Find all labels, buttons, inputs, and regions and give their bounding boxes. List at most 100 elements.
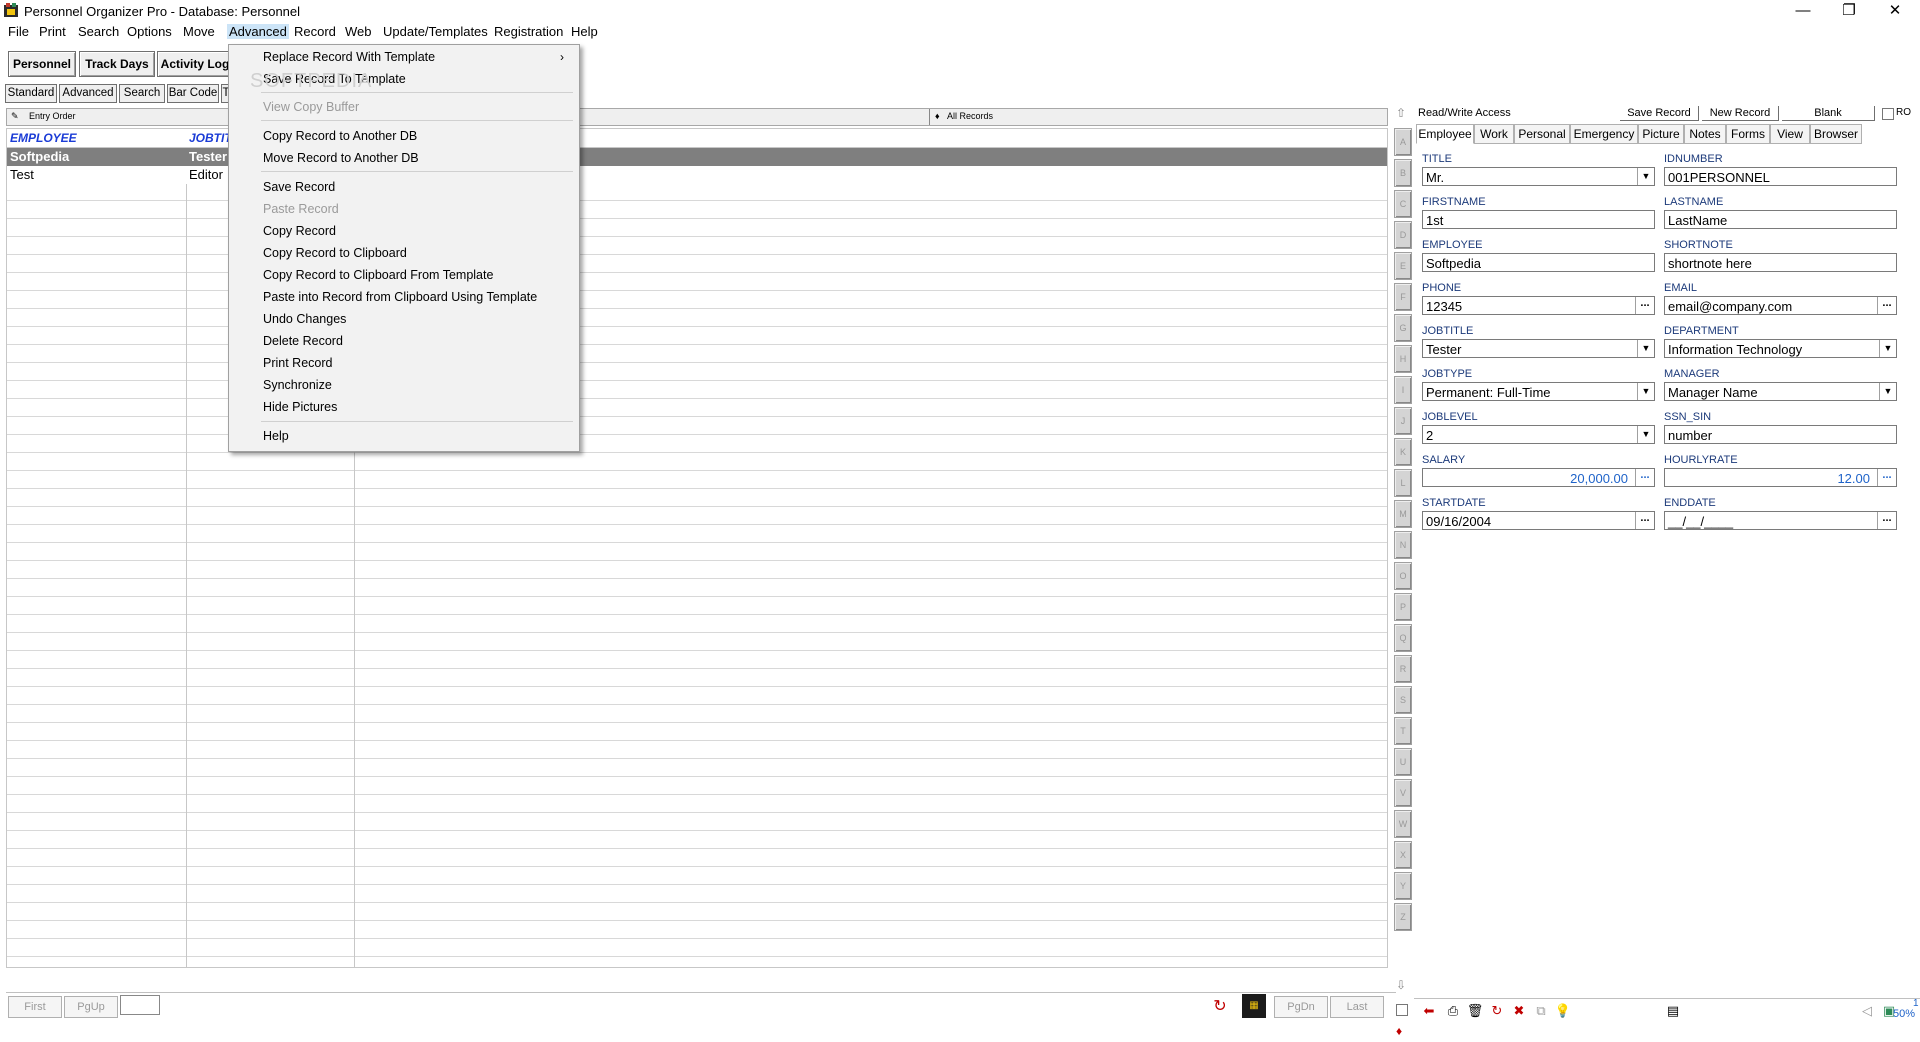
first-button[interactable]: First [8, 996, 62, 1018]
menu-item-undo-changes[interactable]: Undo Changes [263, 312, 346, 326]
menu-help[interactable]: Help [571, 24, 598, 39]
last-button[interactable]: Last [1330, 996, 1384, 1018]
menu-item-replace-record-with-template[interactable]: Replace Record With Template [263, 50, 435, 64]
alpha-key[interactable]: F [1394, 283, 1412, 311]
menu-item-delete-record[interactable]: Delete Record [263, 334, 343, 348]
alpha-key[interactable]: E [1394, 252, 1412, 280]
record-number-input[interactable] [120, 995, 160, 1015]
alpha-key[interactable]: M [1394, 500, 1412, 528]
menu-options[interactable]: Options [127, 24, 172, 39]
column-header-jobtitle[interactable]: JOBTIT [189, 131, 232, 145]
column-header-employee[interactable]: EMPLOYEE [10, 131, 77, 145]
delete-record-icon[interactable]: ✖ [1510, 1002, 1528, 1020]
email-field[interactable]: email@company.com... [1664, 296, 1897, 315]
scroll-down-icon[interactable]: ⇩ [1396, 978, 1406, 992]
tab-work[interactable]: Work [1474, 124, 1514, 144]
activity-log-button[interactable]: Activity Log [157, 51, 233, 77]
menu-file[interactable]: File [8, 24, 29, 39]
refresh-icon[interactable]: ↻ [1210, 996, 1230, 1016]
read-only-checkbox[interactable] [1882, 108, 1894, 120]
restore-button[interactable]: ❐ [1826, 0, 1872, 22]
pgdn-button[interactable]: PgDn [1274, 996, 1328, 1018]
tab-forms[interactable]: Forms [1726, 124, 1770, 144]
tab-browser[interactable]: Browser [1810, 124, 1862, 144]
lightbulb-icon[interactable]: 💡 [1554, 1002, 1572, 1020]
table-row[interactable]: Softpedia Tester [7, 148, 1387, 166]
alpha-key[interactable]: G [1394, 314, 1412, 342]
menu-record[interactable]: Record [294, 24, 336, 39]
alpha-key[interactable]: Y [1394, 872, 1412, 900]
more-icon[interactable]: ... [1877, 512, 1896, 529]
chevron-down-icon[interactable]: ▼ [1637, 426, 1654, 443]
alpha-key[interactable]: K [1394, 438, 1412, 466]
alpha-key[interactable]: U [1394, 748, 1412, 776]
filter-icon[interactable]: ♦ [935, 111, 940, 121]
menu-print[interactable]: Print [39, 24, 66, 39]
personnel-button[interactable]: Personnel [8, 51, 76, 77]
firstname-field[interactable]: 1st [1422, 210, 1655, 229]
more-icon[interactable]: ... [1635, 469, 1654, 486]
chevron-down-icon[interactable]: ▼ [1879, 340, 1896, 357]
enddate-field[interactable]: __/__/____... [1664, 511, 1897, 530]
menu-registration[interactable]: Registration [494, 24, 563, 39]
refresh-icon[interactable]: ↻ [1488, 1002, 1506, 1020]
chevron-down-icon[interactable]: ▼ [1637, 340, 1654, 357]
scroll-up-icon[interactable]: ⇧ [1396, 106, 1406, 120]
template-icon[interactable]: ▤ [1664, 1002, 1682, 1020]
title-select[interactable]: Mr. ▼ [1422, 167, 1655, 186]
alpha-key[interactable]: S [1394, 686, 1412, 714]
menu-item-copy-record-to-clipboard-from-template[interactable]: Copy Record to Clipboard From Template [263, 268, 493, 282]
salary-field[interactable]: 20,000.00... [1422, 468, 1655, 487]
close-button[interactable]: ✕ [1872, 0, 1918, 22]
alpha-key[interactable]: X [1394, 841, 1412, 869]
alpha-key[interactable]: B [1394, 159, 1412, 187]
tab-standard[interactable]: Standard [5, 84, 57, 103]
shortnote-field[interactable]: shortnote here [1664, 253, 1897, 272]
alpha-key[interactable]: T [1394, 717, 1412, 745]
tab-search[interactable]: Search [119, 84, 165, 103]
tab-picture[interactable]: Picture [1638, 124, 1684, 144]
tab-bar-code[interactable]: Bar Code [167, 84, 219, 103]
alpha-key[interactable]: V [1394, 779, 1412, 807]
database-icon[interactable]: ▦ [1242, 994, 1266, 1018]
ssn-field[interactable]: number [1664, 425, 1897, 444]
alpha-key[interactable]: I [1394, 376, 1412, 404]
alpha-key[interactable]: H [1394, 345, 1412, 373]
tab-personal[interactable]: Personal [1514, 124, 1570, 144]
entry-order-label[interactable]: Entry Order [29, 111, 76, 121]
trash-icon[interactable]: 🗑 [1466, 1002, 1484, 1020]
tab-notes[interactable]: Notes [1684, 124, 1726, 144]
sort-icon[interactable]: ✎ [11, 111, 19, 122]
more-icon[interactable]: ... [1635, 297, 1654, 314]
alpha-key[interactable]: J [1394, 407, 1412, 435]
alpha-key[interactable]: N [1394, 531, 1412, 559]
menu-advanced[interactable]: Advanced [227, 24, 289, 39]
jobtitle-select[interactable]: Tester ▼ [1422, 339, 1655, 358]
menu-item-copy-record[interactable]: Copy Record [263, 224, 336, 238]
menu-item-paste-into-record-from-clipboard[interactable]: Paste into Record from Clipboard Using T… [263, 290, 537, 304]
menu-item-hide-pictures[interactable]: Hide Pictures [263, 400, 337, 414]
hourlyrate-field[interactable]: 12.00... [1664, 468, 1897, 487]
table-row[interactable]: Test Editor [7, 166, 1387, 184]
all-records-label[interactable]: All Records [947, 111, 993, 121]
tab-emergency[interactable]: Emergency [1570, 124, 1638, 144]
alpha-checkbox[interactable] [1396, 1004, 1408, 1016]
more-icon[interactable]: ... [1877, 297, 1896, 314]
tab-employee[interactable]: Employee [1416, 124, 1474, 144]
more-icon[interactable]: ... [1877, 469, 1896, 486]
alpha-key[interactable]: O [1394, 562, 1412, 590]
idnumber-field[interactable]: 001PERSONNEL [1664, 167, 1897, 186]
records-grid[interactable]: EMPLOYEE JOBTIT Softpedia Tester Test Ed… [6, 128, 1388, 968]
alpha-key[interactable]: D [1394, 221, 1412, 249]
menu-web[interactable]: Web [345, 24, 372, 39]
menu-item-move-record-to-another-db[interactable]: Move Record to Another DB [263, 151, 419, 165]
alpha-key[interactable]: W [1394, 810, 1412, 838]
chevron-down-icon[interactable]: ▼ [1637, 383, 1654, 400]
alpha-key[interactable]: Q [1394, 624, 1412, 652]
alpha-key[interactable]: L [1394, 469, 1412, 497]
employee-field[interactable]: Softpedia [1422, 253, 1655, 272]
menu-item-help[interactable]: Help [263, 429, 289, 443]
chevron-down-icon[interactable]: ▼ [1637, 168, 1654, 185]
copy-record-icon[interactable]: ⧉ [1532, 1002, 1550, 1020]
jobtype-select[interactable]: Permanent: Full-Time ▼ [1422, 382, 1655, 401]
